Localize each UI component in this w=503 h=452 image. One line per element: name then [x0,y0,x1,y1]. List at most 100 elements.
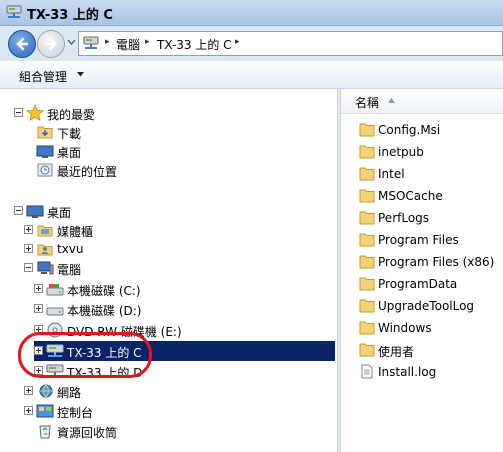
breadcrumb-separator-icon[interactable]: ▸ [235,37,240,47]
breadcrumb-separator-icon[interactable]: ▸ [145,37,150,47]
item-name: 使用者 [378,345,415,359]
list-item[interactable]: MSOCache [359,186,499,206]
recent-pages-chevron-icon[interactable] [67,39,76,45]
tree-node-control-panel[interactable]: 控制台 [24,401,224,421]
item-name: Intel [378,167,405,181]
item-name: Program Files (x86) [378,255,495,269]
folder-icon [359,343,375,357]
breadcrumb-separator-icon[interactable]: ▸ [105,37,110,47]
list-item[interactable]: Intel [359,164,499,184]
collapse-toggle[interactable] [14,108,23,117]
breadcrumb-current[interactable]: TX-33 上的 C [157,36,232,53]
arrow-right-icon [44,37,57,51]
recycle-bin-icon [39,425,51,439]
expand-toggle[interactable] [34,325,43,334]
recent-places-icon [37,163,53,177]
network-drive-icon [83,36,99,49]
expand-toggle[interactable] [34,304,43,313]
folder-icon [359,145,375,159]
item-name: UpgradeToolLog [378,299,475,313]
address-input[interactable]: ▸ 電腦 ▸ TX-33 上的 C ▸ [78,31,503,56]
address-bar-area: ▸ 電腦 ▸ TX-33 上的 C ▸ [0,26,503,61]
item-name: PerfLogs [378,211,430,225]
arrow-left-icon [16,37,29,51]
list-item[interactable]: Program Files [359,230,499,250]
network-icon [39,384,53,398]
list-item[interactable]: PerfLogs [359,208,499,228]
tree-label: 下載 [57,127,82,141]
collapse-toggle[interactable] [14,206,23,215]
list-item[interactable]: Program Files (x86) [359,252,499,272]
tree-node-network-drive-d[interactable]: TX-33 上的 D [34,361,234,381]
folder-icon [359,167,375,181]
network-drive-icon [46,344,64,357]
tree-node-desktop-favorite[interactable]: 桌面 [24,141,224,161]
hard-drive-icon [46,307,64,316]
column-header-name[interactable]: 名稱 [341,89,503,114]
folder-icon [359,211,375,225]
tree-label: 網路 [57,386,82,400]
folder-icon [359,189,375,203]
expand-toggle[interactable] [24,386,33,395]
item-name: MSOCache [378,189,443,203]
file-list-pane[interactable]: 名稱 Config.Msi inetpub Intel MSOCache Per… [341,89,503,452]
network-drive-icon [46,364,64,377]
item-name: inetpub [378,145,424,159]
window-title: TX-33 上的 C [27,8,113,23]
tree-node-favorites[interactable]: 我的最愛 [14,103,214,123]
expand-toggle[interactable] [24,225,33,234]
user-folder-icon [37,244,53,256]
list-item[interactable]: inetpub [359,142,499,162]
tree-label: 本機磁碟 (C:) [67,284,141,298]
item-name: Install.log [378,365,437,379]
expand-toggle[interactable] [34,366,43,375]
title-bar: TX-33 上的 C [0,0,503,26]
forward-button[interactable] [37,30,65,58]
expand-toggle[interactable] [34,346,43,355]
tree-node-recycle-bin[interactable]: 資源回收筒 [24,421,224,441]
expand-toggle[interactable] [24,244,33,253]
computer-icon [37,261,54,275]
tree-node-recent-places[interactable]: 最近的位置 [24,160,224,180]
sort-ascending-icon [388,98,395,103]
folder-icon [359,321,375,335]
breadcrumb-computer[interactable]: 電腦 [116,36,140,53]
list-item[interactable]: Install.log [359,362,499,382]
expand-toggle[interactable] [24,406,33,415]
tree-label: 我的最愛 [47,108,96,122]
list-item[interactable]: UpgradeToolLog [359,296,499,316]
tree-label: 本機磁碟 (D:) [67,304,142,318]
tree-label: 電腦 [57,263,82,277]
tree-label: TX-33 上的 C [67,346,142,360]
back-button[interactable] [8,30,36,58]
tree-node-network[interactable]: 網路 [24,381,224,401]
folder-icon [359,123,375,137]
tree-label: TX-33 上的 D [67,366,143,380]
tree-node-desktop[interactable]: 桌面 [14,201,214,221]
expand-toggle[interactable] [34,284,43,293]
collapse-toggle[interactable] [24,263,33,272]
folder-icon [359,299,375,313]
tree-node-dvd-drive[interactable]: DVD RW 磁碟機 (E:) [34,320,234,340]
tree-node-downloads[interactable]: 下載 [24,122,224,142]
tree-node-computer[interactable]: 電腦 [24,258,224,278]
command-bar: 組合管理 [0,62,503,89]
list-item[interactable]: 使用者 [359,340,499,360]
navigation-pane[interactable]: 我的最愛 下載 桌面 最近的位置 桌面 媒體櫃 txvu 電腦 本機磁碟 (C:… [0,89,337,452]
organize-button[interactable]: 組合管理 [19,68,67,85]
desktop-icon [26,205,44,218]
text-file-icon [361,364,373,379]
tree-node-library[interactable]: 媒體櫃 [24,220,224,240]
list-item[interactable]: ProgramData [359,274,499,294]
list-item[interactable]: Windows [359,318,499,338]
folder-icon [359,255,375,269]
tree-node-drive-c[interactable]: 本機磁碟 (C:) [34,279,234,299]
tree-node-network-drive-c[interactable]: TX-33 上的 C [34,341,335,361]
tree-label: DVD RW 磁碟機 (E:) [67,325,182,339]
item-name: ProgramData [378,277,458,291]
tree-node-user[interactable]: txvu [24,239,224,259]
tree-label: 桌面 [47,206,72,220]
dropdown-arrow-icon[interactable] [77,72,84,77]
tree-node-drive-d[interactable]: 本機磁碟 (D:) [34,299,234,319]
list-item[interactable]: Config.Msi [359,120,499,140]
